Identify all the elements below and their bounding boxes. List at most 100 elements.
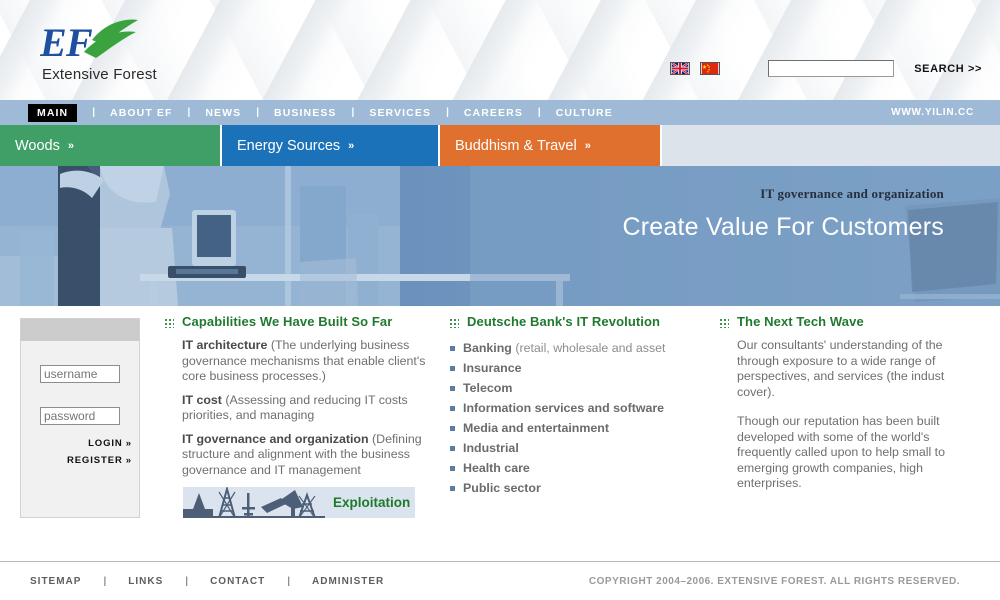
header-utilities: SEARCH >> [670, 60, 982, 77]
column-next-tech-wave: The Next Tech Wave Our consultants' unde… [720, 314, 970, 506]
capability-term: IT governance and organization [182, 431, 369, 446]
paragraph: Though our reputation has been built dev… [737, 414, 946, 490]
register-button-label: REGISTER [66, 455, 123, 466]
login-button-label: LOGIN [88, 438, 123, 449]
copyright-text: COPYRIGHT 2004–2006. EXTENSIVE FOREST. A… [588, 575, 960, 587]
category-energy-sources[interactable]: Energy Sources » [222, 125, 440, 166]
footer-separator: | [287, 575, 291, 587]
sector-name: Insurance [463, 361, 522, 375]
category-bar-filler [662, 125, 1000, 166]
column-next-tech-wave-body: Our consultants' understanding of the th… [720, 338, 970, 492]
list-item[interactable]: Information services and software [450, 398, 700, 418]
nav-item-business[interactable]: BUSINESS [272, 107, 338, 119]
grid-dots-icon [165, 319, 174, 328]
column-capabilities: Capabilities We Have Built So Far IT arc… [165, 314, 430, 486]
password-input[interactable] [40, 407, 120, 425]
column-next-tech-wave-header: The Next Tech Wave [720, 314, 970, 329]
column-capabilities-title: Capabilities We Have Built So Far [182, 314, 393, 329]
capability-term: IT architecture [182, 338, 268, 352]
nav-item-services[interactable]: SERVICES [367, 107, 433, 119]
nav-item-news[interactable]: NEWS [203, 107, 243, 119]
column-capabilities-header: Capabilities We Have Built So Far [165, 314, 430, 329]
nav-separator: | [446, 107, 449, 118]
capability-item: IT cost (Assessing and reducing IT costs… [182, 393, 430, 424]
sector-name: Health care [463, 461, 530, 475]
sector-name: Banking [463, 341, 512, 355]
login-button[interactable]: LOGIN» [21, 438, 131, 449]
grid-dots-icon [720, 319, 729, 328]
nav-separator: | [256, 107, 260, 118]
capability-item: IT governance and organization (Defining… [182, 432, 430, 479]
footer-link-links[interactable]: LINKS [128, 576, 163, 587]
sector-name: Industrial [463, 441, 519, 455]
paragraph: Our consultants' understanding of the th… [737, 338, 945, 399]
exploitation-promo-banner[interactable]: Exploitation [183, 487, 415, 518]
list-item[interactable]: Public sector [450, 478, 700, 498]
list-item[interactable]: Industrial [450, 438, 700, 458]
hero-text-block: IT governance and organization Create Va… [622, 186, 944, 242]
footer-link-administer[interactable]: ADMINISTER [312, 576, 384, 587]
sector-name: Information services and software [463, 401, 665, 415]
footer-separator: | [185, 575, 189, 587]
list-item[interactable]: Media and entertainment [450, 418, 700, 438]
login-panel: LOGIN» REGISTER» [20, 318, 140, 518]
chevron-right-icon: » [348, 139, 354, 152]
category-energy-label: Energy Sources [237, 137, 341, 154]
nav-separator: | [537, 107, 541, 118]
site-logo[interactable]: E F Extensive Forest [40, 18, 280, 88]
search-button[interactable]: SEARCH >> [914, 63, 982, 75]
list-item[interactable]: Insurance [450, 358, 700, 378]
chevron-right-icon: » [125, 438, 131, 449]
category-woods-label: Woods [15, 137, 60, 154]
svg-text:F: F [65, 20, 93, 64]
grid-dots-icon [450, 319, 459, 328]
sector-name: Telecom [463, 381, 513, 395]
list-item[interactable]: Telecom [450, 378, 700, 398]
svg-text:E: E [40, 20, 67, 64]
site-url-link[interactable]: WWW.YILIN.CC [891, 107, 974, 118]
login-panel-header [21, 319, 139, 341]
login-actions: LOGIN» REGISTER» [21, 438, 139, 466]
footer-inner: SITEMAP | LINKS | CONTACT | ADMINISTER C… [0, 562, 1000, 600]
category-buddhism-travel[interactable]: Buddhism & Travel » [440, 125, 662, 166]
column-next-tech-wave-title: The Next Tech Wave [737, 314, 864, 329]
china-flag-icon[interactable] [700, 62, 721, 75]
nav-item-main[interactable]: MAIN [28, 103, 78, 122]
page-root: E F Extensive Forest SEARCH >> MAIN | AB… [0, 0, 1000, 600]
sector-name: Public sector [463, 481, 541, 495]
site-header: E F Extensive Forest SEARCH >> [0, 0, 1000, 100]
username-input[interactable] [40, 365, 120, 383]
footer-link-sitemap[interactable]: SITEMAP [30, 576, 81, 587]
nav-separator: | [92, 107, 96, 118]
list-item[interactable]: Health care [450, 458, 700, 478]
hero-title: Create Value For Customers [622, 213, 944, 241]
nav-item-careers[interactable]: CAREERS [462, 107, 525, 119]
company-name: Extensive Forest [42, 66, 157, 83]
logo-mark-icon: E F [40, 19, 138, 64]
nav-item-culture[interactable]: CULTURE [554, 107, 615, 119]
nav-item-about-ef[interactable]: ABOUT EF [108, 107, 174, 119]
column-capabilities-body: IT architecture (The underlying business… [165, 338, 430, 478]
hero-banner: IT governance and organization Create Va… [0, 166, 1000, 306]
category-woods[interactable]: Woods » [0, 125, 222, 166]
column-deutsche-bank: Deutsche Bank's IT Revolution Banking (r… [450, 314, 700, 498]
site-footer: SITEMAP | LINKS | CONTACT | ADMINISTER C… [0, 561, 1000, 600]
capability-term: IT cost [182, 392, 222, 407]
list-item[interactable]: Banking (retail, wholesale and asset [450, 338, 700, 358]
hero-kicker: IT governance and organization [760, 186, 944, 201]
footer-link-contact[interactable]: CONTACT [210, 576, 265, 587]
uk-flag-icon[interactable] [670, 62, 691, 75]
sector-note: (retail, wholesale and asset [511, 341, 666, 355]
chevron-right-icon: » [67, 139, 74, 152]
exploitation-promo-label: Exploitation [333, 495, 411, 510]
category-bar: Woods » Energy Sources » Buddhism & Trav… [0, 125, 1000, 166]
sector-name: Media and entertainment [463, 421, 609, 435]
footer-separator: | [103, 575, 107, 587]
column-deutsche-bank-title: Deutsche Bank's IT Revolution [467, 314, 661, 329]
register-button[interactable]: REGISTER» [21, 455, 131, 466]
main-navigation: MAIN | ABOUT EF | NEWS | BUSINESS | SERV… [0, 100, 1000, 125]
search-input[interactable] [768, 60, 895, 77]
capability-item: IT architecture (The underlying business… [182, 338, 430, 385]
column-deutsche-bank-header: Deutsche Bank's IT Revolution [450, 314, 700, 329]
nav-separator: | [351, 107, 355, 118]
